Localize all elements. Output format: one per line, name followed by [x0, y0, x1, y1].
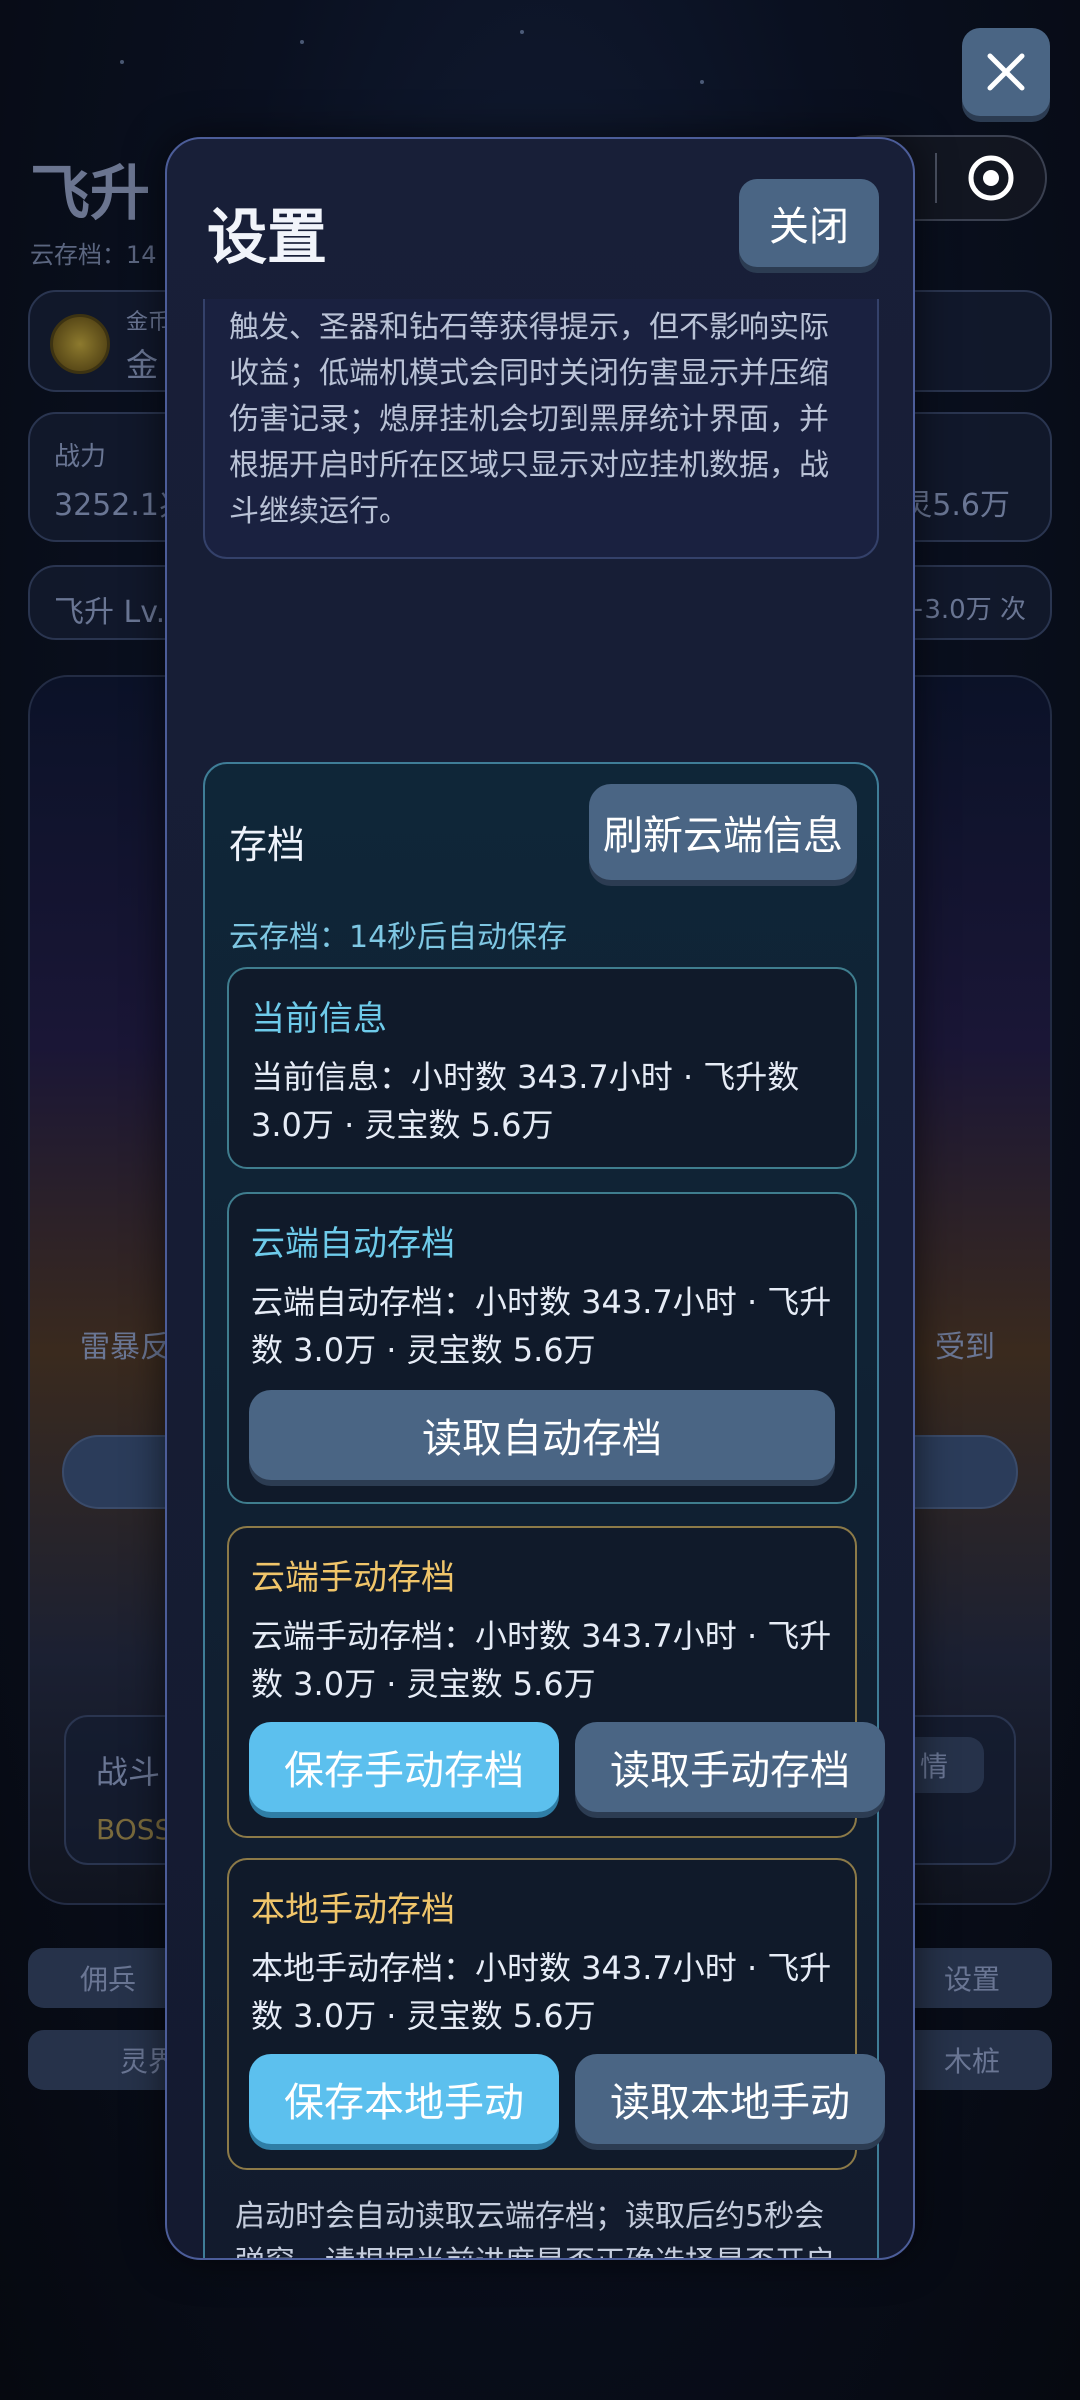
modal-close-button[interactable]: 关闭	[739, 179, 879, 267]
current-info-card: 当前信息 当前信息：小时数 343.7小时 · 飞升数 3.0万 · 灵宝数 5…	[227, 967, 857, 1169]
cloud-auto-save-body: 云端自动存档：小时数 343.7小时 · 飞升数 3.0万 · 灵宝数 5.6万	[251, 1283, 832, 1369]
detail-label: 情	[919, 1750, 948, 1783]
ascend-right: +3.0万 次	[902, 595, 1026, 625]
cloud-auto-save-card: 云端自动存档 云端自动存档：小时数 343.7小时 · 飞升数 3.0万 · 灵…	[227, 1192, 857, 1504]
star-decoration	[700, 80, 704, 84]
game-title: 飞升	[30, 159, 150, 229]
game-cloud-status: 云存档：14	[30, 241, 157, 269]
cloud-save-status: 云存档：14秒后自动保存	[229, 920, 568, 955]
load-manual-button[interactable]: 读取手动存档	[575, 1722, 885, 1812]
tab-settings[interactable]: 设置	[892, 1948, 1052, 2008]
current-info-body: 当前信息：小时数 343.7小时 · 飞升数 3.0万 · 灵宝数 5.6万	[251, 1058, 800, 1144]
tab-mercenary[interactable]: 佣兵	[28, 1948, 188, 2008]
tab-dummy-label: 木桩	[943, 2045, 1000, 2078]
cloud-manual-save-title: 云端手动存档	[251, 1558, 455, 1598]
battle-label: 战斗	[96, 1753, 161, 1791]
cloud-manual-save-body: 云端手动存档：小时数 343.7小时 · 飞升数 3.0万 · 灵宝数 5.6万	[251, 1617, 832, 1703]
hit-label: 受到	[935, 1330, 995, 1365]
star-decoration	[300, 40, 304, 44]
target-icon	[968, 155, 1014, 201]
cloud-manual-save-card: 云端手动存档 云端手动存档：小时数 343.7小时 · 飞升数 3.0万 · 灵…	[227, 1526, 885, 1838]
save-local-button[interactable]: 保存本地手动	[249, 2054, 559, 2144]
tab-mercenary-label: 佣兵	[79, 1963, 136, 1996]
save-footer-note: 启动时会自动读取云端存档；读取后约5秒会弹窗，请根据当前进度是否正确选择是否开启…	[235, 2199, 835, 2258]
coin-icon	[50, 314, 110, 374]
local-manual-save-title: 本地手动存档	[251, 1890, 455, 1930]
gold-value: 金	[126, 346, 159, 384]
save-manual-button[interactable]: 保存手动存档	[249, 1722, 559, 1812]
settings-description-box: 传统与像素之间切换；关闭伤害显示可减少战斗飘字；关闭技能及资源获得显示会隐藏技能…	[203, 299, 879, 559]
exit-miniprogram-button[interactable]	[937, 137, 1045, 219]
local-manual-save-body: 本地手动存档：小时数 343.7小时 · 飞升数 3.0万 · 灵宝数 5.6万	[251, 1949, 832, 2035]
thunder-label: 雷暴反	[80, 1330, 170, 1365]
star-decoration	[120, 60, 124, 64]
ascend-label: 飞升 Lv.	[54, 595, 166, 630]
save-section-title: 存档	[229, 823, 306, 867]
local-manual-save-card: 本地手动存档 本地手动存档：小时数 343.7小时 · 飞升数 3.0万 · 灵…	[227, 1858, 885, 2170]
tab-dummy[interactable]: 木桩	[892, 2030, 1052, 2090]
power-label: 战力	[54, 442, 107, 472]
modal-title: 设置	[207, 203, 327, 273]
gold-label: 金币	[126, 310, 171, 335]
refresh-cloud-button[interactable]: 刷新云端信息	[589, 784, 857, 880]
power-right-value: 灵5.6万	[902, 488, 1010, 523]
boss-label: BOSS	[96, 1813, 173, 1846]
tab-settings-label: 设置	[943, 1963, 1000, 1996]
close-icon	[987, 53, 1025, 91]
load-local-button[interactable]: 读取本地手动	[575, 2054, 885, 2144]
save-section: 存档 刷新云端信息 云存档：14秒后自动保存 当前信息 当前信息：小时数 343…	[203, 762, 885, 2258]
close-x-button[interactable]	[962, 28, 1050, 116]
load-auto-save-button[interactable]: 读取自动存档	[249, 1390, 835, 1480]
settings-description: 传统与像素之间切换；关闭伤害显示可减少战斗飘字；关闭技能及资源获得显示会隐藏技能…	[229, 310, 829, 529]
cloud-auto-save-title: 云端自动存档	[251, 1224, 455, 1264]
settings-modal: 设置 关闭 传统与像素之间切换；关闭伤害显示可减少战斗飘字；关闭技能及资源获得显…	[165, 137, 915, 2260]
current-info-title: 当前信息	[251, 999, 387, 1039]
modal-scroll-area[interactable]: 传统与像素之间切换；关闭伤害显示可减少战斗飘字；关闭技能及资源获得显示会隐藏技能…	[167, 299, 913, 2258]
star-decoration	[520, 30, 524, 34]
